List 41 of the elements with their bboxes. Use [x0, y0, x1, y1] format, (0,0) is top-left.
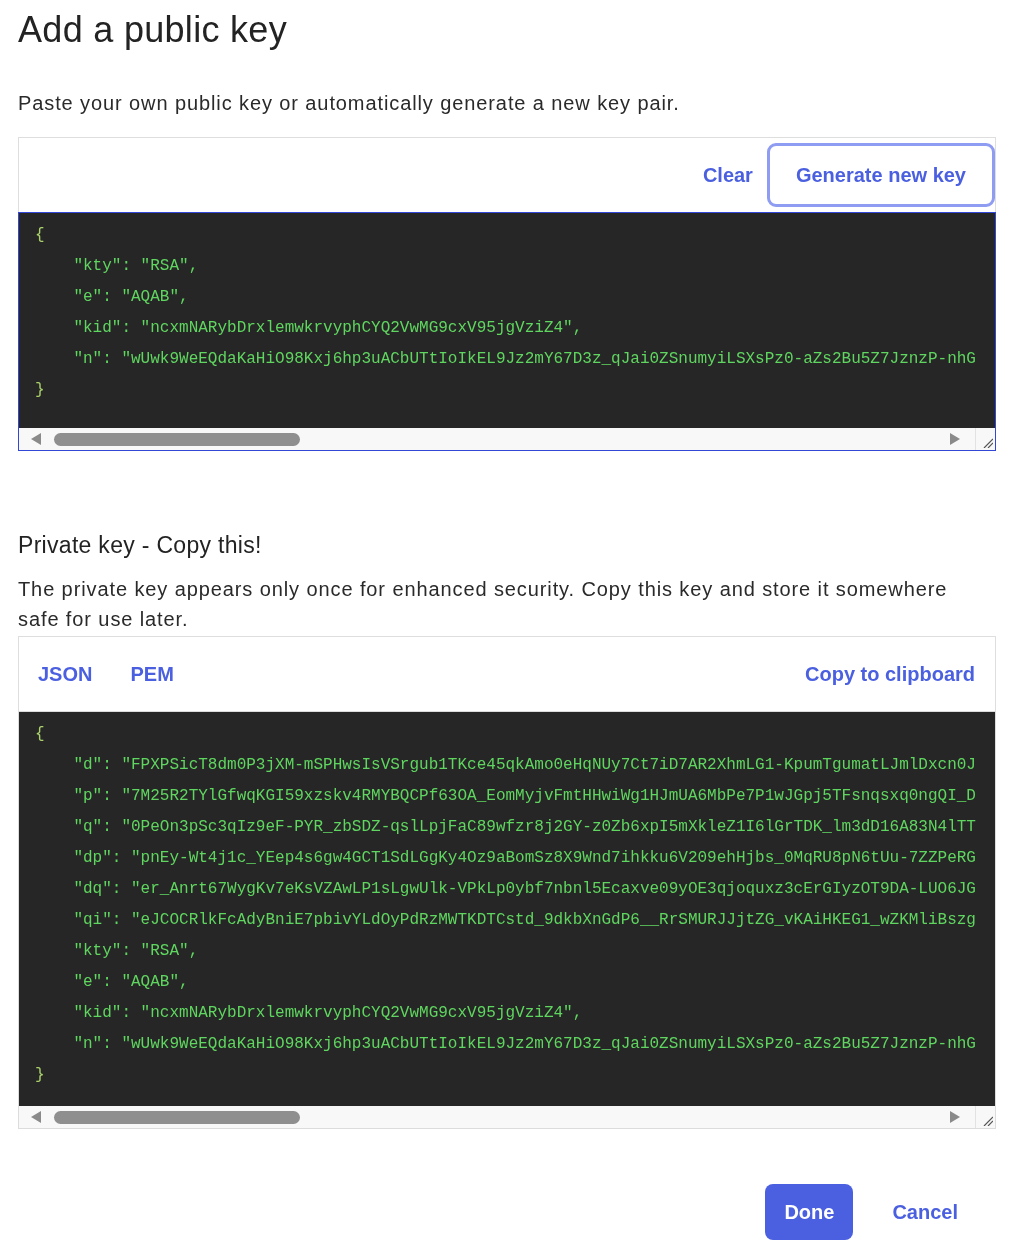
horizontal-scrollbar[interactable] [19, 1106, 995, 1128]
format-tab[interactable]: PEM [111, 637, 193, 711]
code-line: "kid": "ncxmNARybDrxlemwkrvyphCYQ2VwMG9cxV95jgVziZ4", [72, 1003, 583, 1024]
scrollbar-thumb[interactable] [54, 1110, 300, 1124]
resize-grip-icon[interactable] [983, 438, 993, 448]
page-title: Add a public key [18, 10, 288, 50]
copy-link[interactable]: Copy to clipboard [785, 637, 995, 711]
code-line: "e": "AQAB", [72, 972, 189, 993]
generate-key-button[interactable]: Generate new key [766, 143, 995, 207]
section-heading: Private key - Copy this! [18, 531, 263, 560]
code-editor[interactable] [18, 711, 996, 1129]
code-line: "n": "wUwk9WeEQdaKaHiO98Kxj6hp3uACbUTtIoIkEL9Jz2mY67D3z_qJai0ZSnumyiLSXsPz0-aZs2Bu5Z7JznzP-nhG [72, 349, 976, 370]
done-button[interactable]: Done [765, 1184, 854, 1240]
code-line: "n": "wUwk9WeEQdaKaHiO98Kxj6hp3uACbUTtIoIkEL9Jz2mY67D3z_qJai0ZSnumyiLSXsPz0-aZs2Bu5Z7JznzP-nhG [72, 1034, 976, 1055]
right-triangle-icon[interactable] [950, 433, 960, 445]
scrollbar-thumb[interactable] [54, 432, 300, 446]
left-triangle-icon[interactable] [31, 1111, 41, 1123]
clear-link[interactable]: Clear [688, 138, 767, 212]
cancel-link[interactable]: Cancel [872, 1184, 978, 1240]
code-line: { [35, 724, 45, 745]
code-line: } [35, 380, 45, 401]
resize-grip-icon[interactable] [983, 1116, 993, 1126]
right-triangle-icon[interactable] [950, 1111, 960, 1123]
code-line: } [35, 1065, 45, 1086]
section-description: The private key appears only once for enhanced security. Copy this key and store it somewhere safe for use later. [18, 577, 949, 632]
horizontal-scrollbar[interactable] [19, 428, 995, 450]
code-line: "d": "FPXPSicT8dm0P3jXM-mSPHwsIsVSrgub1TKce45qkAmo0eHqNUy7Ct7iD7AR2XhmLG1-KpumTgumatLJmlDxcn0J [72, 755, 976, 776]
code-line: "p": "7M25R2TYlGfwqKGI59xzskv4RMYBQCPf63OA_EomMyjvFmtHHwiWg1HJmUA6MbPe7P1wJGpj5TFsnqsxq0ngQI_D [72, 786, 976, 807]
code-line: "dp": "pnEy-Wt4j1c_YEep4s6gw4GCT1SdLGgKy4Oz9aBomSz8X9Wnd7ihkku6V209ehHjbs_0MqRU8pN6tUu-7ZZPeRG [72, 848, 976, 869]
code-line: "dq": "er_Anrt67WygKv7eKsVZAwLP1sLgwUlk-VPkLp0ybf7nbnl5Ecaxve09yOE3qjoquxz3cErGIyzOT9DA-LUO6JG [72, 879, 976, 900]
code-editor[interactable]: { "kty": "RSA", "e": "AQAB", "kid": "ncxmNARybDrxlemwkrvyphCYQ2VwMG9cxV95jgVziZ4", "n": "wUwk9WeEQdaKaHiO98Kxj6hp3uACbUTtIoIkEL9Jz2mY67D3z_qJai0ZSnumyiLSXsPz0-aZs2Bu5Z7JznzP-nhG } [18, 212, 996, 451]
code-line: "e": "AQAB", [72, 287, 189, 308]
code-line: "q": "0PeOn3pSc3qIz9eF-PYR_zbSDZ-qslLpjFaC89wfzr8j2GY-z0Zb6xpI5mXkleZ1I6lGrTDK_lm3dD16A83N4lTT [72, 817, 976, 838]
code-line: "kty": "RSA", [72, 941, 199, 962]
description-text: Paste your own public key or automatically generate a new key pair. [18, 91, 681, 116]
left-triangle-icon[interactable] [31, 433, 41, 445]
code-line: "kid": "ncxmNARybDrxlemwkrvyphCYQ2VwMG9cxV95jgVziZ4", [72, 318, 583, 339]
code-line: "qi": "eJCOCRlkFcAdyBniE7pbivYLdOyPdRzMWTKDTCstd_9dkbXnGdP6__RrSMURJJjtZG_vKAiHKEG1_wZKMliBszg [72, 910, 976, 931]
format-tab[interactable]: JSON [19, 637, 112, 711]
code-line: { [35, 225, 45, 246]
code-line: "kty": "RSA", [72, 256, 199, 277]
